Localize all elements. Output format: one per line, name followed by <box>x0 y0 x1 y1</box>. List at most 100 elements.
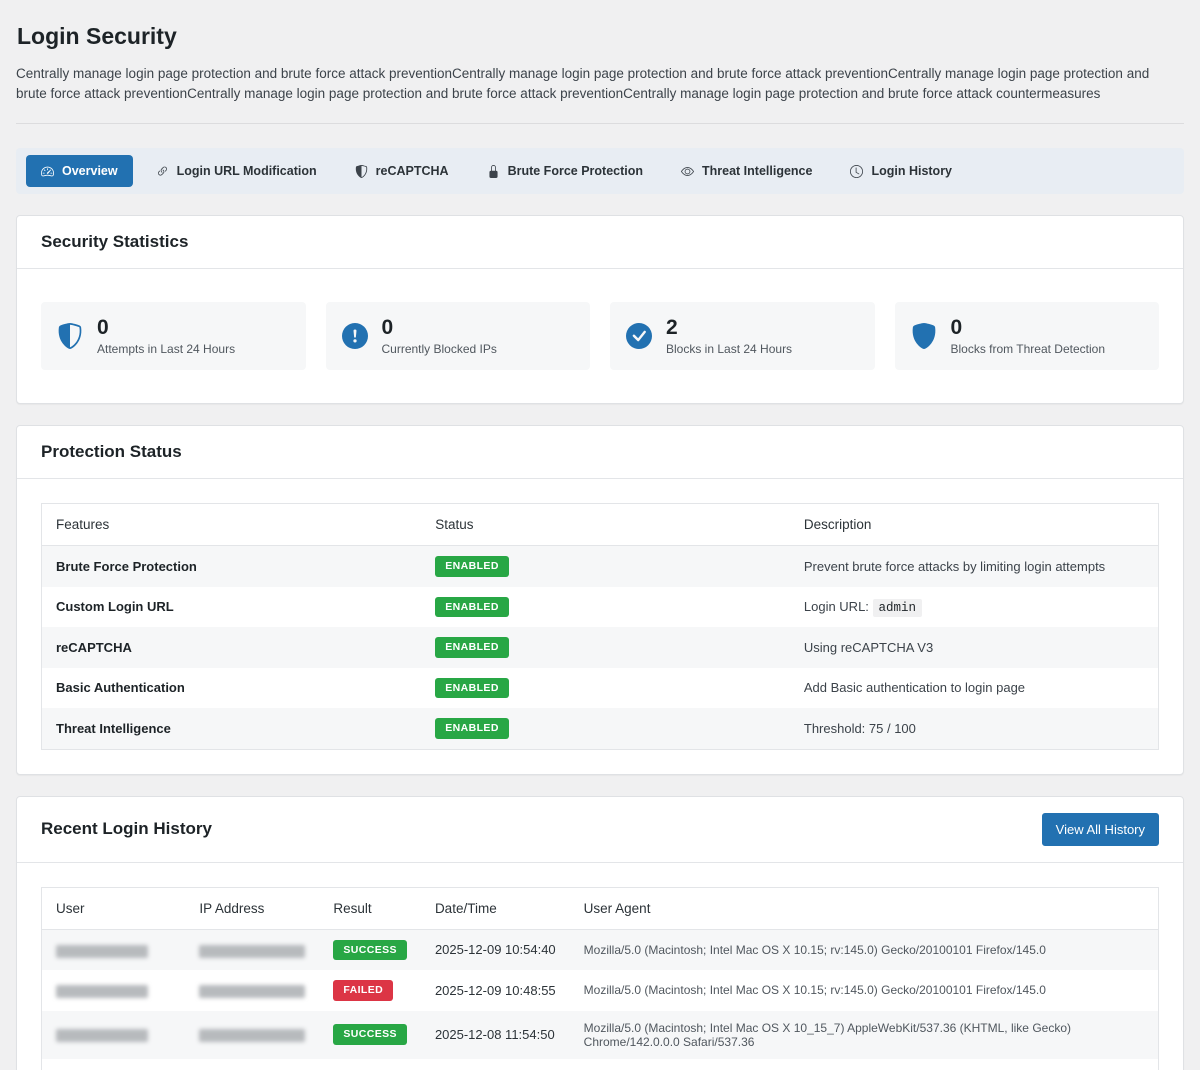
redacted-ip-address <box>199 945 305 958</box>
login-datetime: 2025-12-06 11:36:32 <box>421 1059 570 1070</box>
table-row: SUCCESS 2025-12-09 10:54:40 Mozilla/5.0 … <box>42 929 1159 970</box>
column-header: Status <box>421 504 790 546</box>
feature-description: Threshold: 75 / 100 <box>790 708 1159 749</box>
stat-blocks-24h: 2 Blocks in Last 24 Hours <box>610 302 875 370</box>
login-url-code: admin <box>873 599 923 617</box>
feature-description: Add Basic authentication to login page <box>790 668 1159 709</box>
redacted-ip-address <box>199 1029 305 1042</box>
table-header-row: Features Status Description <box>42 504 1159 546</box>
view-all-history-button[interactable]: View All History <box>1042 813 1159 846</box>
stat-value: 0 <box>951 316 1106 339</box>
table-row: SUCCESS 2025-12-06 11:36:32 Mozilla/5.0 … <box>42 1059 1159 1070</box>
recent-login-history-header: Recent Login History View All History <box>17 797 1183 863</box>
stat-attempts-24h: 0 Attempts in Last 24 Hours <box>41 302 306 370</box>
stat-value: 0 <box>382 316 497 339</box>
tab-login-url-modification[interactable]: Login URL Modification <box>141 155 332 187</box>
tab-label: Login History <box>871 164 952 178</box>
page-description: Centrally manage login page protection a… <box>16 64 1178 103</box>
feature-name: Threat Intelligence <box>42 708 422 749</box>
tab-label: Overview <box>62 164 118 178</box>
column-header: IP Address <box>185 887 319 929</box>
exclamation-circle-icon <box>342 323 368 349</box>
column-header: Description <box>790 504 1159 546</box>
feature-name: Custom Login URL <box>42 587 422 628</box>
tab-label: reCAPTCHA <box>376 164 449 178</box>
lock-icon <box>487 165 500 178</box>
protection-status-body: Features Status Description Brute Force … <box>17 479 1183 774</box>
status-badge: ENABLED <box>435 556 509 577</box>
tab-label: Brute Force Protection <box>508 164 643 178</box>
protection-status-card: Protection Status Features Status Descri… <box>16 425 1184 775</box>
shield-half-icon <box>57 323 83 349</box>
feature-description: Login URL: admin <box>790 587 1159 628</box>
result-badge: FAILED <box>333 980 393 1001</box>
column-header: User <box>42 887 186 929</box>
stat-label: Attempts in Last 24 Hours <box>97 342 235 356</box>
protection-status-table: Features Status Description Brute Force … <box>41 503 1159 750</box>
table-row: Brute Force Protection ENABLED Prevent b… <box>42 546 1159 587</box>
table-row: FAILED 2025-12-09 10:48:55 Mozilla/5.0 (… <box>42 970 1159 1011</box>
table-row: Threat Intelligence ENABLED Threshold: 7… <box>42 708 1159 749</box>
table-row: SUCCESS 2025-12-08 11:54:50 Mozilla/5.0 … <box>42 1011 1159 1059</box>
shield-icon <box>355 165 368 178</box>
link-icon <box>156 165 169 178</box>
login-datetime: 2025-12-09 10:48:55 <box>421 970 570 1011</box>
feature-name: Brute Force Protection <box>42 546 422 587</box>
login-datetime: 2025-12-08 11:54:50 <box>421 1011 570 1059</box>
stat-threat-blocks: 0 Blocks from Threat Detection <box>895 302 1160 370</box>
column-header: Result <box>319 887 421 929</box>
feature-description: Prevent brute force attacks by limiting … <box>790 546 1159 587</box>
shield-fill-icon <box>911 323 937 349</box>
status-badge: ENABLED <box>435 597 509 618</box>
tab-overview[interactable]: Overview <box>26 155 133 187</box>
feature-name: reCAPTCHA <box>42 627 422 668</box>
stat-text: 0 Blocks from Threat Detection <box>951 316 1106 356</box>
tab-login-history[interactable]: Login History <box>835 155 967 187</box>
security-statistics-body: 0 Attempts in Last 24 Hours 0 Currently … <box>17 269 1183 403</box>
security-statistics-card: Security Statistics 0 Attempts in Last 2… <box>16 215 1184 404</box>
stat-label: Blocks in Last 24 Hours <box>666 342 792 356</box>
column-header: Date/Time <box>421 887 570 929</box>
redacted-username <box>56 1029 148 1042</box>
feature-name: Basic Authentication <box>42 668 422 709</box>
column-header: User Agent <box>570 887 1159 929</box>
stat-blocked-ips: 0 Currently Blocked IPs <box>326 302 591 370</box>
tab-brute-force-protection[interactable]: Brute Force Protection <box>472 155 658 187</box>
recent-login-history-body: User IP Address Result Date/Time User Ag… <box>17 863 1183 1070</box>
column-header: Features <box>42 504 422 546</box>
login-security-page: Login Security Centrally manage login pa… <box>0 0 1200 1070</box>
table-row: reCAPTCHA ENABLED Using reCAPTCHA V3 <box>42 627 1159 668</box>
status-badge: ENABLED <box>435 637 509 658</box>
security-statistics-header: Security Statistics <box>17 216 1183 269</box>
login-datetime: 2025-12-09 10:54:40 <box>421 929 570 970</box>
table-row: Custom Login URL ENABLED Login URL: admi… <box>42 587 1159 628</box>
tab-label: Login URL Modification <box>177 164 317 178</box>
stat-text: 2 Blocks in Last 24 Hours <box>666 316 792 356</box>
page-title: Login Security <box>16 14 1184 52</box>
recent-login-history-card: Recent Login History View All History Us… <box>16 796 1184 1070</box>
stats-grid: 0 Attempts in Last 24 Hours 0 Currently … <box>41 302 1159 370</box>
stat-text: 0 Currently Blocked IPs <box>382 316 497 356</box>
status-badge: ENABLED <box>435 678 509 699</box>
user-agent: Mozilla/5.0 (Macintosh; Intel Mac OS X 1… <box>570 1011 1159 1059</box>
table-row: Basic Authentication ENABLED Add Basic a… <box>42 668 1159 709</box>
result-badge: SUCCESS <box>333 940 407 961</box>
section-title: Recent Login History <box>41 819 212 839</box>
feature-description: Using reCAPTCHA V3 <box>790 627 1159 668</box>
user-agent: Mozilla/5.0 (Macintosh; Intel Mac OS X 1… <box>570 970 1159 1011</box>
tab-bar: Overview Login URL Modification reCAPTCH… <box>16 148 1184 194</box>
tab-label: Threat Intelligence <box>702 164 812 178</box>
check-circle-icon <box>626 323 652 349</box>
result-badge: SUCCESS <box>333 1024 407 1045</box>
tab-recaptcha[interactable]: reCAPTCHA <box>340 155 464 187</box>
user-agent: Mozilla/5.0 (Macintosh; Intel Mac OS X 1… <box>570 929 1159 970</box>
status-badge: ENABLED <box>435 718 509 739</box>
stat-label: Blocks from Threat Detection <box>951 342 1106 356</box>
eye-icon <box>681 165 694 178</box>
stat-value: 0 <box>97 316 235 339</box>
tab-threat-intelligence[interactable]: Threat Intelligence <box>666 155 827 187</box>
protection-status-header: Protection Status <box>17 426 1183 479</box>
login-history-table: User IP Address Result Date/Time User Ag… <box>41 887 1159 1070</box>
user-agent: Mozilla/5.0 (Macintosh; Intel Mac OS X 1… <box>570 1059 1159 1070</box>
stat-text: 0 Attempts in Last 24 Hours <box>97 316 235 356</box>
